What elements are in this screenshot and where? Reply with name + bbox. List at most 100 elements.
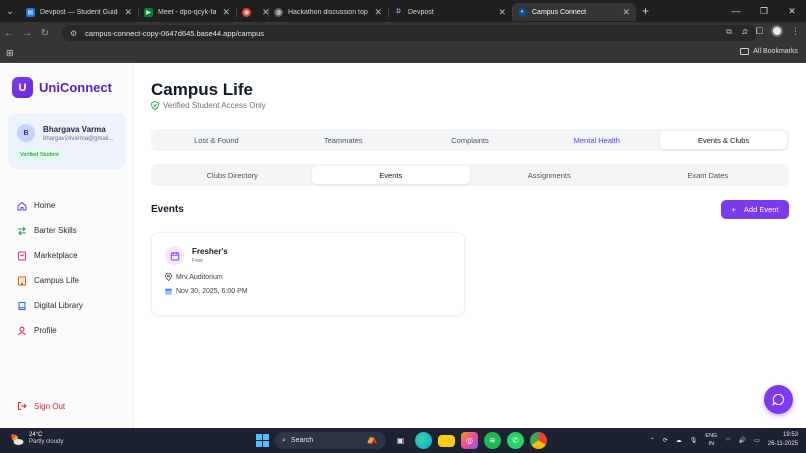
address-bar[interactable]: ⚙ campus-connect-copy-0647d645.base44.ap… xyxy=(62,25,757,41)
back-icon[interactable]: ← xyxy=(0,28,18,39)
sidebar-item-digital-library[interactable]: Digital Library xyxy=(17,293,83,318)
sidebar-item-barter-skills[interactable]: Barter Skills xyxy=(17,218,83,243)
verified-badge: Verified Student xyxy=(17,150,62,160)
file-explorer-icon[interactable] xyxy=(438,434,455,447)
close-window-icon[interactable]: ✕ xyxy=(778,6,806,17)
tab-events-and-clubs[interactable]: Events & Clubs xyxy=(660,131,787,149)
tab-assignments[interactable]: Assignments xyxy=(470,166,629,184)
tab-exam-dates[interactable]: Exam Dates xyxy=(629,166,788,184)
language-indicator[interactable]: ENG IN xyxy=(705,432,717,448)
spotify-icon[interactable]: ≋ xyxy=(484,432,501,449)
app-logo[interactable]: U UniConnect xyxy=(12,77,112,98)
whatsapp-icon[interactable]: ✆ xyxy=(507,432,524,449)
devpost-logo-icon: D xyxy=(396,9,401,15)
forward-icon[interactable]: → xyxy=(18,28,36,39)
campus-favicon-icon: ◐ xyxy=(518,7,527,17)
tab-clubs-directory[interactable]: Clubs Directory xyxy=(153,166,312,184)
shield-check-icon xyxy=(151,101,159,110)
task-view-icon[interactable]: ▣ xyxy=(392,432,409,449)
apps-grid-icon[interactable]: ⊞ xyxy=(6,48,14,59)
chat-button[interactable] xyxy=(764,385,793,414)
browser-tab-devpost[interactable]: D Devpost ✕ xyxy=(388,3,512,21)
sidebar-item-label: Profile xyxy=(34,326,57,335)
search-icon: ⌕ xyxy=(282,436,286,444)
sidebar-item-campus-life[interactable]: Campus Life xyxy=(17,268,83,293)
secondary-tabs: Clubs Directory Events Assignments Exam … xyxy=(151,164,789,186)
microphone-icon[interactable]: 🎙 xyxy=(690,437,698,444)
sidebar-item-home[interactable]: Home xyxy=(17,193,83,218)
volume-icon[interactable]: 🔊 xyxy=(739,437,746,444)
browser-menu-icon[interactable]: ⋮ xyxy=(791,26,800,37)
tab-teammates[interactable]: Teammates xyxy=(280,131,407,149)
windows-start-icon[interactable] xyxy=(256,434,269,447)
search-highlight-icon: ⛺ xyxy=(366,434,378,444)
taskbar-clock[interactable]: 19:53 26-11-2025 xyxy=(768,431,798,449)
user-email: bhargav24varma@gmail... xyxy=(43,136,114,142)
sync-icon[interactable]: ⟳ xyxy=(663,437,668,444)
page-subtitle: Verified Student Access Only xyxy=(151,101,266,110)
browser-tab-hackathon[interactable]: ◍ Hackathon discussion topics ✕ xyxy=(268,3,388,21)
sign-out-button[interactable]: Sign Out xyxy=(17,401,65,411)
install-app-icon[interactable]: ⧉ xyxy=(726,27,732,37)
user-name: Bhargava Varma xyxy=(43,125,106,134)
wifi-icon[interactable]: ◠ xyxy=(725,437,730,444)
weather-widget[interactable]: 24°C Partly cloudy xyxy=(10,432,63,446)
tab-events[interactable]: Events xyxy=(311,166,470,184)
taskbar-search[interactable]: ⌕ Search ⛺ xyxy=(275,432,386,449)
book-icon xyxy=(17,301,27,311)
event-card[interactable]: Fresher's Fest Mrv Auditorium Nov 30, 20… xyxy=(151,232,465,316)
swap-icon xyxy=(17,226,27,236)
browser-tab-recording[interactable]: ◉ ✕ xyxy=(236,3,268,21)
close-tab-icon[interactable]: ✕ xyxy=(622,7,630,18)
add-event-button[interactable]: + Add Event xyxy=(721,200,789,219)
close-tab-icon[interactable]: ✕ xyxy=(498,7,506,18)
browser-tab-meet[interactable]: ▶ Meet - dpo-qcyk-fah ✕ xyxy=(138,3,236,21)
tab-complaints[interactable]: Complaints xyxy=(407,131,534,149)
location-pin-icon xyxy=(165,273,172,281)
calendar-icon xyxy=(165,246,184,265)
tab-lost-and-found[interactable]: Lost & Found xyxy=(153,131,280,149)
edge-icon[interactable] xyxy=(415,432,432,449)
site-info-icon[interactable]: ⚙ xyxy=(70,29,77,38)
all-bookmarks-button[interactable]: All Bookmarks xyxy=(740,48,798,55)
tab-search-icon[interactable]: ⌄ xyxy=(0,0,20,22)
browser-tab-devpost-guide[interactable]: ▤ Devpost — Student Guide for ✕ xyxy=(20,3,138,21)
sidebar-item-label: Barter Skills xyxy=(34,226,77,235)
new-tab-icon[interactable]: + xyxy=(636,4,655,18)
sidebar-item-profile[interactable]: Profile xyxy=(17,318,83,343)
avatar: B xyxy=(17,124,35,142)
browser-tab-strip: ⌄ ▤ Devpost — Student Guide for ✕ ▶ Meet… xyxy=(0,0,806,22)
meet-favicon-icon: ▶ xyxy=(144,7,153,17)
sidebar-item-marketplace[interactable]: Marketplace xyxy=(17,243,83,268)
minimize-icon[interactable]: — xyxy=(722,6,750,16)
main-content: Campus Life Verified Student Access Only… xyxy=(134,63,806,428)
close-tab-icon[interactable]: ✕ xyxy=(222,7,230,18)
tab-mental-health[interactable]: Mental Health xyxy=(533,131,660,149)
building-icon xyxy=(17,276,27,286)
sign-out-label: Sign Out xyxy=(34,401,66,411)
chrome-icon[interactable] xyxy=(530,432,547,449)
browser-profile-avatar[interactable] xyxy=(771,25,783,37)
system-tray: ⌃ ⟳ ☁ 🎙 ENG IN ◠ 🔊 ▭ 19:53 26-11-2025 xyxy=(650,431,798,449)
chevron-up-icon[interactable]: ⌃ xyxy=(650,437,655,444)
battery-icon[interactable]: ▭ xyxy=(754,437,760,444)
primary-tabs: Lost & Found Teammates Complaints Mental… xyxy=(151,129,789,151)
event-datetime: Nov 30, 2025, 6:00 PM xyxy=(165,288,248,295)
browser-tab-campus-connect[interactable]: ◐ Campus Connect ✕ xyxy=(512,3,636,21)
url-text[interactable]: campus-connect-copy-0647d645.base44.app/… xyxy=(85,29,264,38)
bag-icon xyxy=(17,251,27,261)
media-icon[interactable]: ♫ xyxy=(741,26,748,36)
extensions-icon[interactable]: ⧠ xyxy=(756,26,763,37)
window-controls: — ❐ ✕ xyxy=(722,0,806,22)
close-tab-icon[interactable]: ✕ xyxy=(374,7,382,18)
cloud-icon[interactable]: ☁ xyxy=(676,437,682,444)
devpost-favicon-icon: ▤ xyxy=(26,7,35,17)
reload-icon[interactable]: ↻ xyxy=(36,28,54,39)
event-category: Fest xyxy=(192,258,203,264)
chat-bubble-icon xyxy=(772,393,785,406)
browser-toolbar: ← → ↻ ⚙ campus-connect-copy-0647d645.bas… xyxy=(0,22,806,44)
instagram-icon[interactable]: ◎ xyxy=(461,432,478,449)
close-tab-icon[interactable]: ✕ xyxy=(124,7,132,18)
sidebar-item-label: Campus Life xyxy=(34,276,79,285)
restore-icon[interactable]: ❐ xyxy=(750,6,778,17)
